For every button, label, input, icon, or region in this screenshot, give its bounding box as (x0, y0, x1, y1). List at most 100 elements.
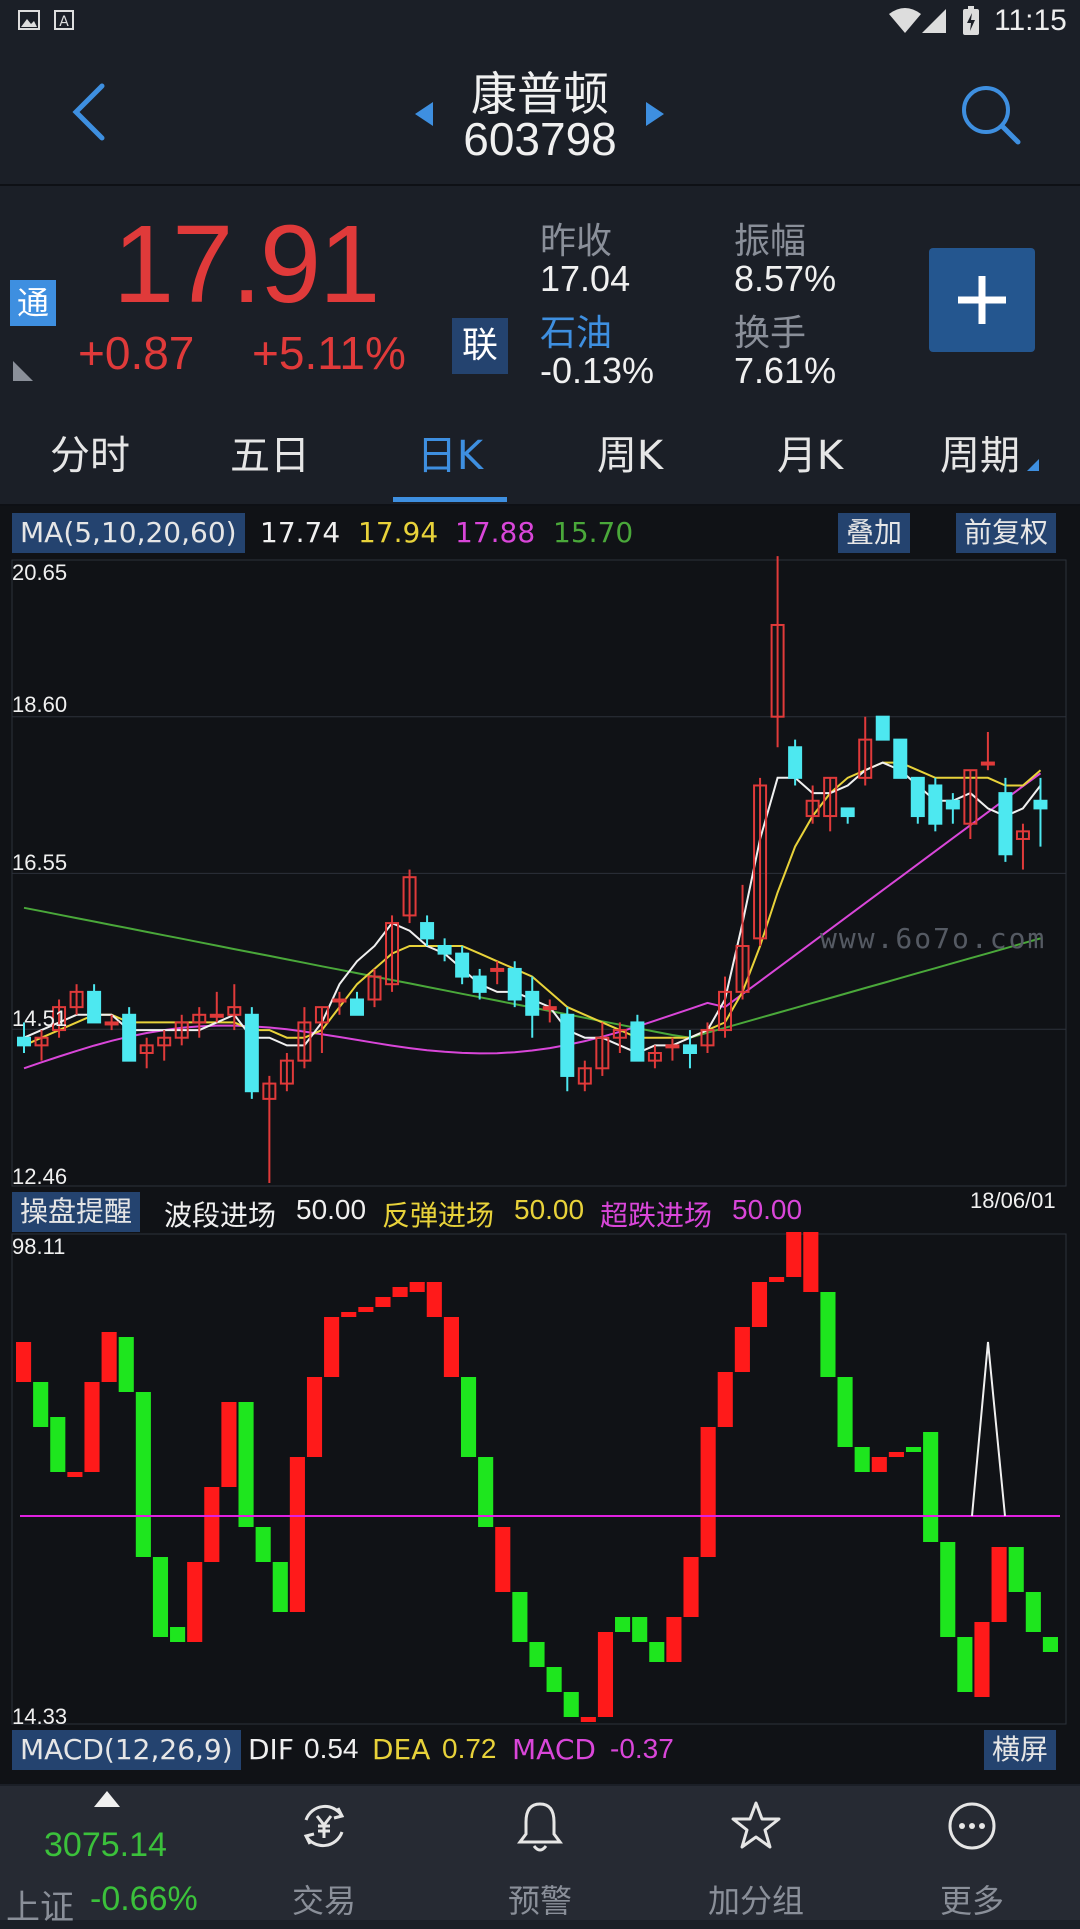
candle-down (507, 967, 522, 1001)
tab-weekly-k[interactable]: 周K (540, 408, 720, 504)
kline-chart[interactable] (0, 556, 1080, 1190)
turnover-value: 7.61% (734, 350, 837, 391)
indicator-bar-green (1025, 1592, 1041, 1632)
indicator-spike (971, 1341, 1006, 1517)
more-icon (948, 1802, 996, 1850)
ma-label[interactable]: MA(5,10,20,60) (12, 513, 245, 553)
lian-badge[interactable]: 联 (452, 318, 508, 374)
candle-up (332, 998, 347, 1003)
indicator-bar-red (974, 1622, 990, 1697)
corner-triangle-icon (13, 361, 33, 381)
indicator-bar-red (443, 1317, 459, 1377)
indicator-bar-red (717, 1372, 733, 1427)
candle-down (560, 1013, 575, 1077)
indicator-bar-green (255, 1527, 271, 1562)
indicator-bar-red (358, 1307, 374, 1312)
status-time: 11:15 (994, 4, 1067, 37)
star-icon (731, 1801, 781, 1849)
indicator-bar-green (546, 1667, 562, 1692)
tab-monthly-k[interactable]: 月K (720, 408, 900, 504)
add-watchlist-button[interactable] (929, 248, 1035, 352)
index-value[interactable]: 3075.14 (44, 1826, 167, 1865)
wave-entry-value: 50.00 (296, 1194, 367, 1225)
index-name: 上证 (6, 1888, 74, 1928)
indicator-bar-red (101, 1332, 117, 1382)
indicator-bar-green (632, 1617, 648, 1642)
indicator-bar-red (341, 1312, 357, 1317)
tab-five-day[interactable]: 五日 (180, 408, 360, 504)
axis-top-label: 20.65 (12, 560, 68, 585)
nav-trade[interactable]: 交易 (270, 1796, 378, 1920)
indicator-label[interactable]: 操盘提醒 (12, 1192, 141, 1232)
tab-period[interactable]: 周期 (900, 408, 1060, 504)
indicator-bar-green (905, 1447, 922, 1452)
rebound-entry-value: 50.00 (514, 1194, 585, 1225)
ma5-value: 17.74 (260, 516, 341, 549)
macd-label[interactable]: MACD(12,26,9) (12, 1730, 241, 1770)
indicator-top-label: 98.11 (12, 1234, 66, 1259)
indicator-bar-green (50, 1417, 66, 1472)
back-chevron-icon[interactable] (70, 82, 110, 142)
wifi-icon (889, 8, 921, 33)
amplitude-value: 8.57% (734, 258, 837, 299)
yen-exchange-icon (303, 1804, 345, 1848)
index-change: -0.66% (90, 1880, 198, 1918)
nav-more[interactable]: 更多 (918, 1796, 1026, 1920)
indicator-bar-green (1042, 1637, 1058, 1652)
nav-alert[interactable]: 预警 (486, 1796, 594, 1920)
indicator-bar-green (563, 1692, 579, 1717)
prev-stock-arrow-icon[interactable] (413, 100, 435, 128)
indicator-bar-red (734, 1327, 750, 1372)
candle-down (1033, 799, 1048, 810)
prev-close-label: 昨收 (540, 221, 613, 262)
macd-name-label: MACD (512, 1733, 596, 1766)
next-stock-arrow-icon[interactable] (644, 100, 666, 128)
landscape-button[interactable]: 横屏 (984, 1730, 1057, 1770)
date-label: 18/06/01 (970, 1188, 1056, 1213)
indicator-bar-red (495, 1527, 511, 1592)
overlay-button[interactable]: 叠加 (838, 513, 911, 553)
tab-intraday[interactable]: 分时 (0, 408, 180, 504)
candle-up (209, 1013, 224, 1018)
candle-down (525, 990, 540, 1016)
indicator-chart[interactable] (0, 1232, 1080, 1728)
prev-close-value: 17.04 (540, 258, 631, 299)
indicator-bar-red (700, 1427, 716, 1557)
indicator-bar-red (392, 1287, 408, 1297)
indicator-bar-red (683, 1557, 699, 1617)
turnover-label: 换手 (734, 313, 807, 354)
indicator-bar-green (615, 1617, 631, 1632)
bell-icon (517, 1802, 563, 1852)
indicator-bar-red (306, 1377, 323, 1457)
ma20-value: 17.88 (455, 516, 536, 549)
stock-code: 603798 (463, 113, 617, 165)
adjust-button[interactable]: 前复权 (956, 513, 1057, 553)
indicator-bar-red (16, 1342, 32, 1382)
candle-down (455, 952, 470, 978)
indicator-bar-red (751, 1282, 768, 1327)
status-bar: A 11:15 (0, 0, 1080, 46)
nav-add-group-label: 加分组 (707, 1882, 804, 1920)
candle-down (420, 922, 435, 940)
indicator-bar-red (187, 1562, 203, 1642)
tab-underline (393, 497, 507, 502)
tong-badge[interactable]: 通 (10, 280, 56, 326)
expand-up-triangle-icon[interactable] (93, 1790, 121, 1808)
tab-daily-k[interactable]: 日K (360, 408, 540, 504)
indicator-bar-green (118, 1337, 134, 1392)
indicator-bar-green (854, 1447, 870, 1472)
search-icon[interactable] (958, 82, 1024, 148)
sector-label[interactable]: 石油 (540, 304, 612, 356)
nav-add-group[interactable]: 加分组 (700, 1796, 812, 1920)
candle-down (630, 1021, 645, 1062)
candle-up (980, 761, 995, 766)
watermark: www.6o7o.com (820, 922, 1047, 955)
axis-label-3: 16.55 (12, 850, 68, 875)
plus-icon (958, 276, 1006, 324)
candle-down (437, 944, 452, 955)
axis-label-2: 18.60 (12, 692, 68, 717)
candle-up (665, 1044, 680, 1049)
candle-down (17, 1036, 31, 1047)
amplitude-label: 振幅 (734, 221, 807, 262)
candle-down (788, 746, 803, 779)
